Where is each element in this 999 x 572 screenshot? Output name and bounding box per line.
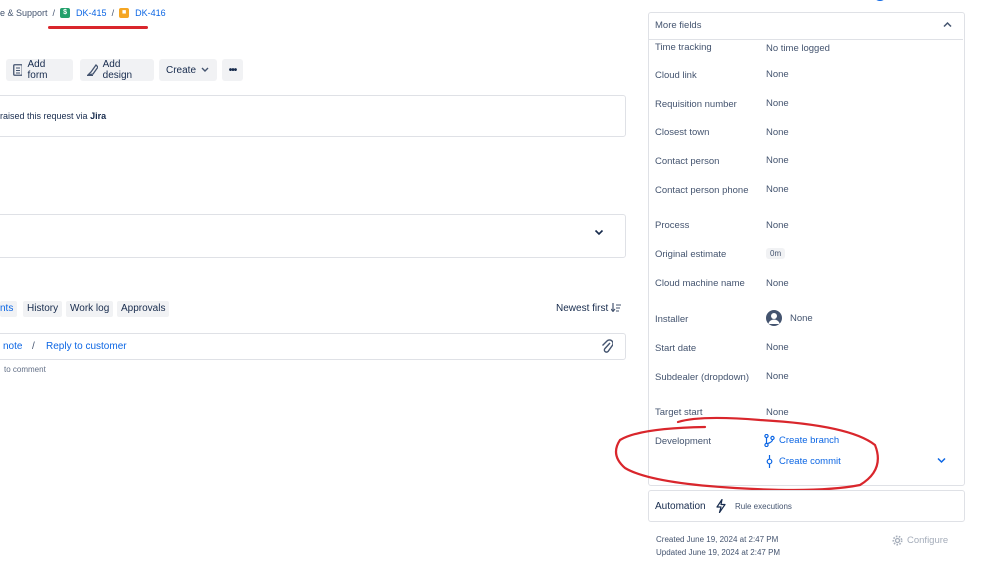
add-form-label: Add form bbox=[27, 59, 48, 81]
tab-history[interactable]: History bbox=[23, 301, 63, 317]
field-value-subdealer[interactable]: None bbox=[766, 371, 789, 382]
field-value-target-start[interactable]: None bbox=[766, 407, 789, 418]
commit-icon bbox=[766, 455, 773, 468]
created-date: Created June 19, 2024 at 2:47 PM bbox=[656, 535, 779, 544]
activity-summary-prefix: raised this request via bbox=[0, 111, 88, 121]
more-fields-title[interactable]: More fields bbox=[655, 20, 701, 31]
form-icon bbox=[13, 64, 23, 76]
field-value-time-tracking[interactable]: No time logged bbox=[766, 43, 830, 54]
collapsed-section[interactable] bbox=[0, 214, 626, 258]
create-commit-link[interactable]: Create commit bbox=[779, 456, 841, 467]
service-request-icon: $ bbox=[60, 8, 71, 18]
updated-date: Updated June 19, 2024 at 2:47 PM bbox=[656, 548, 781, 557]
add-design-button[interactable]: Add design bbox=[80, 59, 154, 81]
add-design-label: Add design bbox=[102, 59, 133, 81]
field-label-cloud-link: Cloud link bbox=[655, 70, 697, 81]
configure-label: Configure bbox=[907, 535, 949, 546]
rule-executions-link[interactable]: Rule executions bbox=[735, 502, 792, 511]
chevron-down-icon[interactable] bbox=[937, 457, 946, 464]
more-fields-divider bbox=[649, 39, 963, 40]
field-label-requisition-number: Requisition number bbox=[655, 99, 737, 110]
field-value-process[interactable]: None bbox=[766, 220, 789, 231]
field-label-installer: Installer bbox=[655, 314, 689, 325]
field-label-contact-person-phone: Contact person phone bbox=[655, 185, 749, 196]
field-label-target-start: Target start bbox=[655, 407, 703, 418]
breadcrumb-separator: / bbox=[111, 8, 115, 18]
field-value-contact-person[interactable]: None bbox=[766, 155, 789, 166]
lightning-icon bbox=[716, 499, 726, 513]
field-label-start-date: Start date bbox=[655, 343, 697, 354]
header-actions bbox=[848, 0, 970, 4]
copy-icon[interactable] bbox=[904, 0, 916, 4]
field-label-contact-person: Contact person bbox=[655, 156, 720, 167]
field-label-development: Development bbox=[655, 436, 711, 447]
field-label-original-estimate: Original estimate bbox=[655, 249, 727, 260]
chevron-up-icon[interactable] bbox=[943, 21, 952, 28]
field-value-cloud-link[interactable]: None bbox=[766, 69, 789, 80]
breadcrumb-issue-dk-415[interactable]: DK-415 bbox=[76, 8, 107, 18]
avatar bbox=[766, 310, 782, 326]
sort-icon bbox=[610, 303, 622, 313]
tab-work-log[interactable]: Work log bbox=[66, 301, 114, 317]
reply-to-customer-link[interactable]: Reply to customer bbox=[46, 341, 127, 352]
chevron-down-icon bbox=[201, 67, 209, 72]
automation-title: Automation bbox=[655, 501, 706, 512]
attachment-icon[interactable] bbox=[601, 339, 613, 353]
annotation-underline bbox=[48, 26, 148, 29]
more-icon[interactable] bbox=[956, 0, 970, 4]
breadcrumb-separator: / bbox=[52, 8, 56, 18]
field-label-subdealer: Subdealer (dropdown) bbox=[655, 372, 750, 383]
create-label: Create bbox=[166, 64, 197, 76]
create-branch-link[interactable]: Create branch bbox=[779, 435, 839, 446]
field-value-cloud-machine-name[interactable]: None bbox=[766, 278, 789, 289]
field-value-closest-town[interactable]: None bbox=[766, 127, 789, 138]
field-label-closest-town: Closest town bbox=[655, 127, 710, 138]
tab-comments[interactable]: nts bbox=[0, 301, 18, 317]
field-value-start-date[interactable]: None bbox=[766, 342, 789, 353]
create-button[interactable]: Create bbox=[159, 59, 217, 81]
chevron-down-icon[interactable] bbox=[594, 229, 604, 237]
field-label-time-tracking: Time tracking bbox=[655, 42, 712, 53]
sort-label: Newest first bbox=[556, 303, 609, 314]
field-value-requisition-number[interactable]: None bbox=[766, 98, 789, 109]
more-actions-button[interactable]: ••• bbox=[222, 59, 243, 81]
task-icon: ■ bbox=[119, 8, 130, 18]
tab-approvals[interactable]: Approvals bbox=[117, 301, 170, 317]
design-icon bbox=[87, 64, 98, 76]
watch-icon[interactable] bbox=[848, 0, 860, 4]
sort-toggle[interactable]: Newest first bbox=[556, 303, 622, 314]
comment-shortcut-tip: to comment bbox=[4, 365, 46, 374]
user-avatar-icon bbox=[768, 313, 780, 324]
comment-separator: / bbox=[32, 341, 35, 352]
activity-summary-channel: Jira bbox=[90, 111, 107, 121]
more-dots-icon: ••• bbox=[228, 64, 237, 76]
branch-icon bbox=[764, 434, 775, 447]
configure-button[interactable]: Configure bbox=[892, 535, 948, 546]
share-icon[interactable] bbox=[930, 0, 942, 4]
breadcrumb-issue-dk-416[interactable]: DK-416 bbox=[135, 8, 166, 18]
breadcrumb: e & Support / $ DK-415 / ■ DK-416 bbox=[0, 8, 166, 18]
field-label-process: Process bbox=[655, 220, 690, 231]
add-form-button[interactable]: Add form bbox=[6, 59, 73, 81]
gear-icon bbox=[892, 535, 903, 546]
field-label-cloud-machine-name: Cloud machine name bbox=[655, 278, 745, 289]
activity-summary: raised this request via Jira bbox=[0, 111, 106, 121]
field-value-installer[interactable]: None bbox=[790, 313, 813, 324]
field-value-original-estimate[interactable]: 0m bbox=[766, 248, 786, 259]
vote-icon[interactable] bbox=[874, 0, 890, 4]
add-internal-note-link[interactable]: note bbox=[3, 341, 22, 352]
breadcrumb-parent-link[interactable]: e & Support bbox=[0, 8, 48, 18]
field-value-contact-person-phone[interactable]: None bbox=[766, 184, 789, 195]
